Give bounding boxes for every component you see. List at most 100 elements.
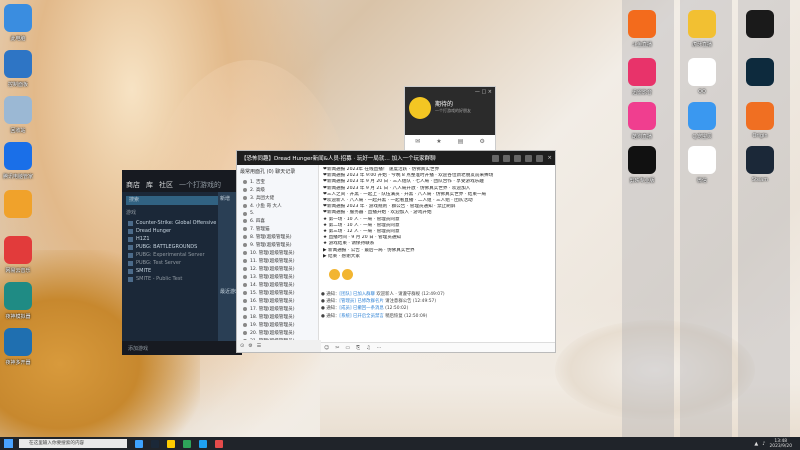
steam-nav-library[interactable]: 库 xyxy=(146,180,153,190)
list-item[interactable]: 16. 管理(超级管理员) xyxy=(237,297,318,305)
steam-nav-community[interactable]: 社区 xyxy=(159,180,173,190)
list-item[interactable]: 17. 管理(超级管理员) xyxy=(237,305,318,313)
volume-icon[interactable]: ♪ xyxy=(762,441,765,447)
log-link[interactable]: [管理员] 已修改群名片 xyxy=(339,299,383,304)
log-link[interactable]: [成员] 已撤回一条消息 xyxy=(339,306,383,311)
group-chat-window[interactable]: 【恐怖同趣】Dread Hunger新闻&人员·招募 · 玩好一局就… 加入一个… xyxy=(236,150,556,353)
desktop-shortcut-b0[interactable]: 虎牙直播 xyxy=(680,10,724,48)
list-item[interactable]: 8. 管理(超级管理员) xyxy=(237,233,318,241)
list-item[interactable]: 13. 管理(超级管理员) xyxy=(237,273,318,281)
wechat-icon xyxy=(688,146,716,174)
more-icon[interactable] xyxy=(536,154,544,162)
steam-titlebar[interactable] xyxy=(122,170,242,178)
log-text: 欢迎新人 · 请遵守群规 (12:49:07) xyxy=(374,292,445,297)
wechat-taskbar-icon[interactable] xyxy=(183,439,191,448)
desktop-shortcut-6[interactable]: 夜神模拟器 xyxy=(0,282,40,320)
huya-icon xyxy=(688,10,716,38)
list-item[interactable]: 9. 管理(超级管理员) xyxy=(237,241,318,249)
desktop-shortcut-2[interactable]: 回收站 xyxy=(0,96,40,134)
desktop-shortcut-label: 迅雷影音 xyxy=(631,90,652,96)
chat-titlebar[interactable]: 【恐怖同趣】Dread Hunger新闻&人员·招募 · 玩好一局就… 加入一个… xyxy=(237,151,555,165)
desktop-shortcut-1[interactable]: 控制面板 xyxy=(0,50,40,88)
input-tool-icon[interactable]: ♫ xyxy=(366,345,370,351)
desktop-shortcut-c0[interactable] xyxy=(738,10,782,38)
folder-icon[interactable]: ▤ xyxy=(458,138,464,145)
steam-taskbar-icon[interactable] xyxy=(151,439,159,448)
list-item[interactable]: 6. 四喜 xyxy=(237,217,318,225)
taskbar-search-input[interactable]: 在这里输入你要搜索的内容 xyxy=(19,439,127,448)
desktop-shortcut-b1[interactable]: QQ xyxy=(680,58,724,95)
steam-add-game[interactable]: 添加游戏 xyxy=(122,341,242,355)
list-item[interactable]: 14. 管理(超级管理员) xyxy=(237,281,318,289)
task-view-icon[interactable] xyxy=(135,439,143,448)
desktop-shortcut-0[interactable]: 此电脑 xyxy=(0,4,40,42)
qq-mini-window[interactable]: 期待的 一个打游戏的好朋友 — □ × ✉ ★ ▤ ⚙ xyxy=(404,86,496,158)
star-icon[interactable]: ★ xyxy=(436,138,441,145)
settings-icon[interactable]: ⚙ xyxy=(480,138,485,145)
mail-icon[interactable]: ✉ xyxy=(415,138,420,145)
window-controls[interactable]: — □ × xyxy=(475,89,492,95)
list-item[interactable]: 11. 管理(超级管理员) xyxy=(237,257,318,265)
member-avatar-icon xyxy=(243,331,247,335)
desktop-shortcut-c3[interactable]: Steam xyxy=(738,146,782,183)
member-avatar-icon xyxy=(243,251,247,255)
desktop-shortcut-a3[interactable]: 剪映专业版 xyxy=(620,146,664,184)
qq-taskbar-icon[interactable] xyxy=(199,439,207,448)
game-title: SMITE xyxy=(136,268,152,274)
log-link[interactable]: [系统] 已开启全员禁言 xyxy=(339,314,383,319)
input-tool-icon[interactable]: ▭ xyxy=(345,345,350,351)
clock[interactable]: 13:48 2023/9/20 xyxy=(769,439,792,449)
desktop-shortcut-a0[interactable]: 斗鱼直播 xyxy=(620,10,664,48)
list-item[interactable]: 18. 管理(超级管理员) xyxy=(237,313,318,321)
qq-signature[interactable]: 一个打游戏的好朋友 xyxy=(435,108,471,114)
input-tool-icon[interactable]: ⋯ xyxy=(377,345,382,351)
list-item[interactable]: 12. 管理(超级管理员) xyxy=(237,265,318,273)
share-icon[interactable] xyxy=(525,154,533,162)
list-item[interactable]: 20. 管理(超级管理员) xyxy=(237,329,318,337)
desktop-shortcut-b3[interactable]: 微信 xyxy=(680,146,724,184)
input-tool-icon[interactable]: ☺ xyxy=(324,345,329,351)
power-icon xyxy=(746,58,774,86)
steam-nav-store[interactable]: 商店 xyxy=(126,180,140,190)
desktop-shortcut-a2[interactable]: 酷狗直播 xyxy=(620,102,664,140)
desktop-shortcut-7[interactable]: 夜神多开器 xyxy=(0,328,40,366)
steam-nav-profile[interactable]: 一个打游戏的 xyxy=(179,180,221,190)
desktop-shortcut-5[interactable]: 网易云音乐 xyxy=(0,236,40,274)
input-tool-icon[interactable]: ✂ xyxy=(335,345,339,351)
list-item[interactable]: 5. xyxy=(237,210,318,217)
netease-taskbar-icon[interactable] xyxy=(215,439,223,448)
desktop-shortcut-a1[interactable]: 迅雷影音 xyxy=(620,58,664,96)
folder-icon[interactable] xyxy=(167,439,175,448)
list-item[interactable]: 15. 管理(超级管理员) xyxy=(237,289,318,297)
input-tool-icon[interactable]: ⎘ xyxy=(356,345,360,351)
list-item[interactable]: 1. 吉宝 xyxy=(237,178,318,186)
list-item[interactable]: 19. 管理(超级管理员) xyxy=(237,321,318,329)
start-icon[interactable] xyxy=(4,439,13,448)
log-prefix: ● 通知： xyxy=(321,292,340,297)
desktop-shortcut-3[interactable]: 腾讯电脑管家 xyxy=(0,142,40,180)
member-avatar-icon xyxy=(243,219,247,223)
video-icon[interactable] xyxy=(514,154,522,162)
chat-input-toolbar[interactable]: ☺ ✂ ▭ ⎘ ♫ ⋯ xyxy=(321,342,555,352)
member-tool-icon[interactable]: ☰ xyxy=(257,343,261,349)
list-item[interactable]: 10. 管理(超级管理员) xyxy=(237,249,318,257)
close-icon[interactable]: × xyxy=(547,155,555,161)
steam-window[interactable]: 商店 库 社区 一个打游戏的 搜索 游戏 ☰ Counter-Strike: G… xyxy=(122,170,242,355)
member-tool-icon[interactable]: ⊙ xyxy=(240,343,244,349)
desktop-shortcut-4[interactable] xyxy=(0,190,40,218)
phone-icon[interactable] xyxy=(503,154,511,162)
list-item[interactable]: 4. 小鱼 哥 大人 xyxy=(237,202,318,210)
desktop-shortcut-c1[interactable] xyxy=(738,58,782,86)
network-icon[interactable]: ▲ xyxy=(754,441,758,447)
desktop-shortcut-c2[interactable]: Origin xyxy=(738,102,782,139)
member-name: 6. 四喜 xyxy=(250,219,266,224)
home-icon[interactable] xyxy=(492,154,500,162)
list-item[interactable]: 7. 管理猫 xyxy=(237,225,318,233)
member-name: 8. 管理(超级管理员) xyxy=(250,235,292,240)
list-item[interactable]: 2. 高级 xyxy=(237,186,318,194)
list-item[interactable]: 3. 兵团大佬 xyxy=(237,194,318,202)
log-link[interactable]: [团队] 已加入群聊 xyxy=(339,292,375,297)
member-tool-icon[interactable]: ⚙ xyxy=(248,343,252,349)
avatar[interactable] xyxy=(409,97,431,119)
desktop-shortcut-b2[interactable]: Ｑ宠宝贝 xyxy=(680,102,724,140)
